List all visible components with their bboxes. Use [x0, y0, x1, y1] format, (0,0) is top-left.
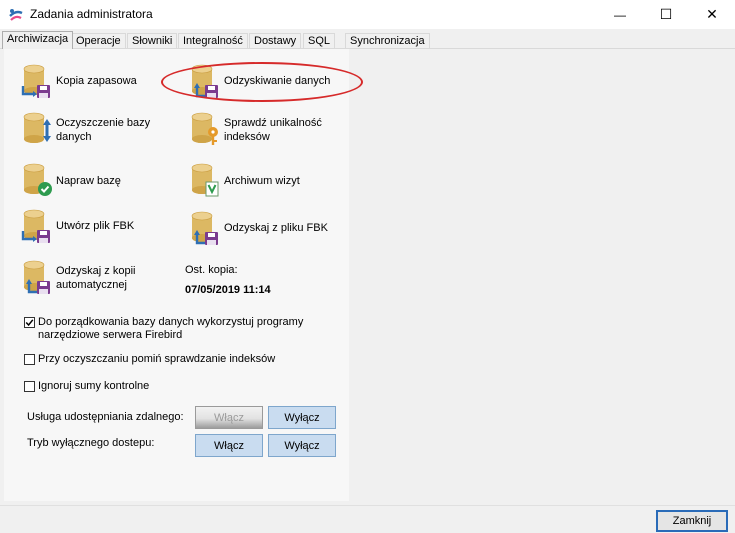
restore-auto-action[interactable]: Odzyskaj z kopii automatycznej [20, 260, 135, 296]
exclusive-mode-label: Tryb wyłącznego dostepu: [27, 437, 155, 449]
remote-share-enable-button[interactable]: Włącz [195, 406, 263, 429]
highlight-annotation [161, 62, 363, 102]
database-import-icon [191, 211, 218, 245]
cleanup-label: Oczyszczenie bazy danych [56, 117, 151, 143]
skip-index-check-label: Przy oczyszczaniu pomiń sprawdzanie inde… [38, 353, 276, 365]
footer-divider [0, 505, 735, 506]
tab-sql[interactable]: SQL [303, 33, 336, 49]
checkbox-icon[interactable] [24, 354, 35, 365]
skip-index-check-checkbox[interactable]: Przy oczyszczaniu pomiń sprawdzanie inde… [24, 353, 275, 366]
create-fbk-label: Utwórz plik FBK [56, 220, 135, 232]
remote-share-disable-button[interactable]: Wyłącz [268, 406, 336, 429]
tab-dostawy[interactable]: Dostawy [249, 33, 302, 49]
tab-operacje[interactable]: Operacje [71, 33, 126, 49]
cleanup-action[interactable]: Oczyszczenie bazy danych [20, 112, 150, 148]
archive-visits-label: Archiwum wizyt [224, 175, 300, 187]
app-logo-icon [9, 9, 23, 21]
ignore-checksums-label: Ignoruj sumy kontrolne [38, 380, 150, 392]
exclusive-mode-enable-button[interactable]: Włącz [195, 434, 263, 457]
repair-label: Napraw bazę [56, 175, 121, 187]
window-title: Zadania administratora [30, 7, 153, 21]
database-key-icon [191, 112, 218, 145]
create-fbk-action[interactable]: Utwórz plik FBK [20, 209, 134, 245]
check-unique-action[interactable]: Sprawdź unikalność indeksów [188, 112, 322, 148]
database-export-icon [21, 209, 50, 243]
check-unique-label: Sprawdź unikalność indeksów [224, 117, 322, 143]
exclusive-mode-disable-button[interactable]: Wyłącz [268, 434, 336, 457]
tab-strip: Archiwizacja Operacje Słowniki Integraln… [0, 31, 735, 49]
maximize-button[interactable]: ☐ [643, 0, 689, 29]
restore-fbk-action[interactable]: Odzyskaj z pliku FBK [188, 211, 328, 247]
tab-integralnosc[interactable]: Integralność [178, 33, 248, 49]
tab-slowniki[interactable]: Słowniki [127, 33, 178, 49]
tab-archiwizacja[interactable]: Archiwizacja [2, 31, 74, 49]
restore-auto-label: Odzyskaj z kopii automatycznej [56, 265, 136, 291]
close-icon: ✕ [706, 6, 718, 22]
backup-label: Kopia zapasowa [56, 75, 137, 87]
minimize-icon: — [614, 7, 626, 22]
use-firebird-checkbox[interactable]: Do porządkowania bazy danych wykorzystuj… [24, 316, 303, 342]
database-cleanup-icon [23, 112, 51, 144]
database-backup-icon [21, 64, 50, 98]
title-bar: Zadania administratora — ☐ ✕ [0, 0, 735, 29]
last-backup-label: Ost. kopia: [185, 264, 238, 276]
maximize-icon: ☐ [659, 6, 673, 22]
last-backup-value: 07/05/2019 11:14 [185, 284, 271, 296]
close-button[interactable]: Zamknij [656, 510, 728, 532]
checkbox-checked-icon[interactable] [24, 317, 35, 328]
close-window-button[interactable]: ✕ [689, 0, 735, 29]
backup-action[interactable]: Kopia zapasowa [20, 64, 137, 100]
ignore-checksums-checkbox[interactable]: Ignoruj sumy kontrolne [24, 380, 149, 393]
archive-visits-action[interactable]: Archiwum wizyt [188, 163, 300, 199]
restore-fbk-label: Odzyskaj z pliku FBK [224, 222, 328, 234]
database-repair-icon [23, 163, 52, 196]
checkbox-icon[interactable] [24, 381, 35, 392]
use-firebird-label: Do porządkowania bazy danych wykorzystuj… [38, 316, 304, 341]
minimize-button[interactable]: — [597, 0, 643, 29]
database-auto-restore-icon [23, 260, 50, 294]
repair-action[interactable]: Napraw bazę [20, 163, 121, 199]
remote-share-label: Usługa udostępniania zdalnego: [27, 411, 184, 423]
tab-synchronizacja[interactable]: Synchronizacja [345, 33, 430, 49]
database-archive-icon [191, 163, 219, 197]
